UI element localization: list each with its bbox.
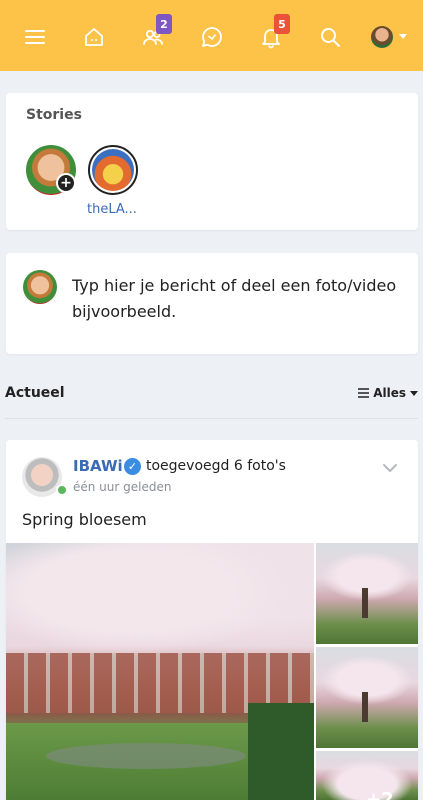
search-icon[interactable] bbox=[315, 22, 345, 52]
feed-filter-dropdown[interactable]: Alles bbox=[358, 386, 418, 400]
story-thumbnail bbox=[92, 149, 134, 191]
stories-title: Stories bbox=[26, 107, 82, 123]
feed-filter-label: Alles bbox=[373, 386, 406, 400]
post-composer[interactable]: Typ hier je bericht of deel een foto/vid… bbox=[6, 253, 418, 354]
friends-badge: 2 bbox=[156, 14, 172, 34]
home-icon[interactable] bbox=[79, 22, 109, 52]
online-status-icon bbox=[56, 484, 68, 496]
hedge-image bbox=[248, 703, 314, 800]
trunk-image bbox=[362, 588, 368, 618]
top-navigation-bar: 2 5 bbox=[0, 0, 423, 71]
feed-title: Actueel bbox=[5, 385, 65, 401]
post-photo-main[interactable] bbox=[6, 543, 314, 800]
more-photos-count: +2 bbox=[366, 789, 394, 800]
notifications-badge: 5 bbox=[274, 14, 290, 34]
pond-image bbox=[46, 743, 246, 769]
post-options-chevron-icon[interactable] bbox=[382, 460, 398, 476]
messages-icon[interactable] bbox=[197, 22, 227, 52]
divider bbox=[5, 418, 418, 419]
post-text: Spring bloesem bbox=[22, 510, 147, 529]
feed-post: IBAWi ✓ toegevoegd 6 foto's één uur gele… bbox=[6, 440, 418, 800]
user-avatar-menu[interactable] bbox=[371, 26, 393, 48]
list-icon bbox=[358, 388, 370, 398]
blossom-tree-image bbox=[6, 543, 314, 663]
verified-icon: ✓ bbox=[124, 458, 141, 475]
chevron-down-icon bbox=[410, 390, 418, 396]
trunk-image bbox=[362, 692, 368, 722]
story-item-label[interactable]: theLA... bbox=[87, 202, 137, 217]
post-photo-thumbnail[interactable]: +2 bbox=[316, 751, 418, 800]
add-story-icon[interactable]: + bbox=[56, 173, 76, 193]
story-item[interactable] bbox=[88, 145, 138, 195]
stories-card: Stories + theLA... bbox=[6, 93, 418, 230]
post-photo-thumbnail[interactable] bbox=[316, 647, 418, 748]
menu-icon[interactable] bbox=[20, 22, 50, 52]
chevron-down-icon[interactable] bbox=[399, 34, 407, 39]
post-photo-thumbnail[interactable] bbox=[316, 543, 418, 644]
avatar bbox=[23, 270, 57, 304]
feed-header: Actueel Alles bbox=[5, 384, 418, 404]
composer-input[interactable]: Typ hier je bericht of deel een foto/vid… bbox=[72, 273, 402, 325]
notifications-icon[interactable]: 5 bbox=[256, 14, 290, 52]
post-author[interactable]: IBAWi bbox=[73, 457, 123, 475]
friends-icon[interactable]: 2 bbox=[138, 14, 172, 52]
post-action-text: toegevoegd 6 foto's bbox=[146, 458, 286, 474]
post-timestamp[interactable]: één uur geleden bbox=[73, 480, 171, 494]
